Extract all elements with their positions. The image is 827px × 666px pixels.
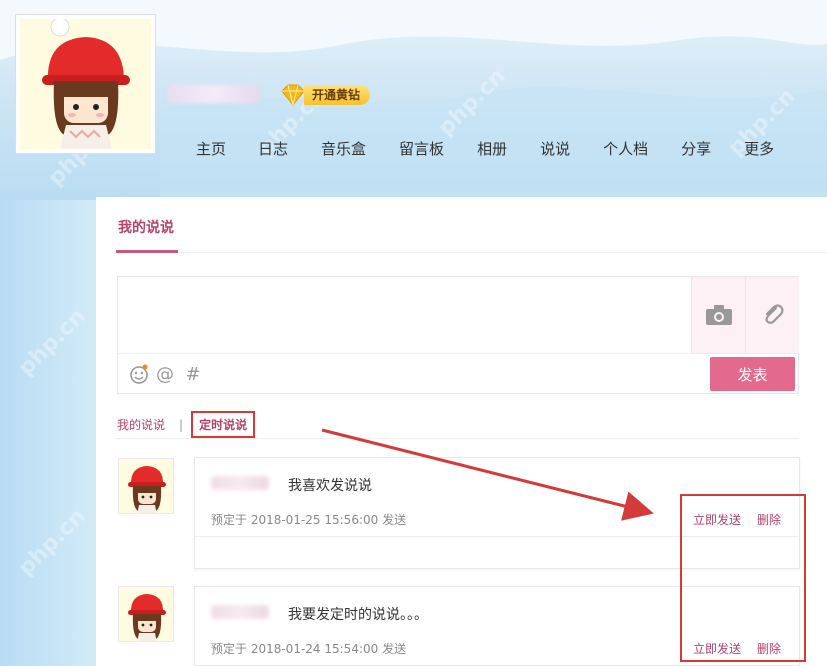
status-content: 我要发定时的说说。。。 bbox=[288, 607, 428, 623]
send-now-link[interactable]: 立即发送 bbox=[693, 640, 741, 657]
nav-item-share[interactable]: 分享 bbox=[681, 138, 711, 159]
emoji-button[interactable] bbox=[128, 363, 150, 385]
emoji-icon bbox=[130, 364, 148, 384]
delete-link[interactable]: 删除 bbox=[757, 640, 781, 657]
schedule-time: 预定于 2018-01-24 15:54:00 发送 bbox=[211, 642, 407, 656]
link-icon bbox=[764, 304, 784, 324]
panel-divider bbox=[116, 252, 827, 253]
post-button[interactable]: 发表 bbox=[710, 357, 795, 391]
avatar-illustration bbox=[128, 594, 166, 641]
avatar-illustration bbox=[128, 466, 166, 513]
feed-avatar[interactable] bbox=[118, 458, 174, 514]
subtab-scheduled-status[interactable]: 定时说说 bbox=[191, 411, 256, 438]
avatar-illustration bbox=[42, 19, 130, 149]
author-name-blurred bbox=[211, 476, 269, 490]
author-name-blurred bbox=[211, 605, 269, 619]
nav-item-home[interactable]: 主页 bbox=[196, 138, 226, 159]
nav-item-album[interactable]: 相册 bbox=[477, 138, 507, 159]
vip-badge-label: 开通黄钻 bbox=[304, 85, 371, 105]
main-nav: 主页 日志 音乐盒 留言板 相册 说说 个人档 分享 更多 bbox=[180, 138, 774, 159]
profile-avatar[interactable] bbox=[15, 14, 156, 154]
subtab-my-status[interactable]: 我的说说 bbox=[117, 416, 165, 433]
tab-active-underline bbox=[116, 250, 178, 253]
nav-item-blog[interactable]: 日志 bbox=[258, 138, 288, 159]
topic-button[interactable]: # bbox=[182, 363, 204, 385]
tab-my-status[interactable]: 我的说说 bbox=[118, 217, 174, 237]
card-divider bbox=[195, 536, 799, 537]
status-content: 我喜欢发说说 bbox=[288, 478, 372, 494]
nav-item-guestbook[interactable]: 留言板 bbox=[399, 138, 444, 159]
subtab-divider bbox=[116, 438, 799, 439]
scheduled-status-card: 我要发定时的说说。。。 预定于 2018-01-24 15:54:00 发送 立… bbox=[194, 586, 800, 666]
at-icon: @ bbox=[156, 363, 174, 385]
delete-link[interactable]: 删除 bbox=[757, 511, 781, 528]
schedule-time: 预定于 2018-01-25 15:56:00 发送 bbox=[211, 513, 407, 527]
subtab-separator: | bbox=[179, 417, 184, 432]
send-now-link[interactable]: 立即发送 bbox=[693, 511, 741, 528]
nav-item-status[interactable]: 说说 bbox=[540, 138, 570, 159]
nav-item-profile[interactable]: 个人档 bbox=[603, 138, 648, 159]
scheduled-status-card: 我喜欢发说说 预定于 2018-01-25 15:56:00 发送 立即发送 删… bbox=[194, 457, 800, 569]
composer-divider bbox=[118, 353, 798, 354]
status-composer: @ # 发表 bbox=[117, 276, 799, 394]
mention-button[interactable]: @ bbox=[154, 363, 176, 385]
hash-icon: # bbox=[185, 363, 201, 385]
nav-item-more[interactable]: 更多 bbox=[744, 138, 774, 159]
vip-badge[interactable]: 开通黄钻 bbox=[278, 83, 386, 107]
link-button[interactable] bbox=[745, 277, 799, 353]
username-blurred bbox=[168, 85, 260, 103]
nav-item-music[interactable]: 音乐盒 bbox=[321, 138, 366, 159]
photo-button[interactable] bbox=[691, 277, 745, 353]
camera-icon bbox=[705, 305, 732, 325]
status-subtabs: 我的说说 | 定时说说 bbox=[117, 411, 256, 438]
status-input[interactable] bbox=[118, 277, 691, 353]
feed-avatar[interactable] bbox=[118, 586, 174, 642]
